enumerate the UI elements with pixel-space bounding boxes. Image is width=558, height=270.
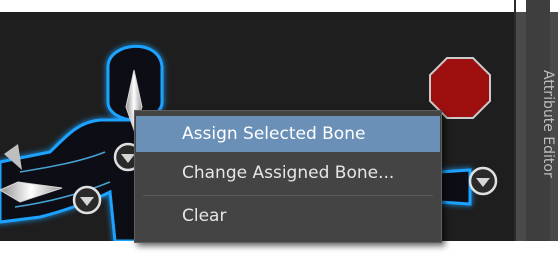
menu-item-partial[interactable] [136,234,440,270]
side-panel: Attribute Editor [514,0,558,241]
chevron-down-circle-icon[interactable] [468,166,498,196]
menu-separator [143,195,433,196]
menu-item-change-assigned-bone[interactable]: Change Assigned Bone... [136,155,440,191]
context-menu: Assign Selected Bone Change Assigned Bon… [134,110,442,243]
chevron-down-circle-icon[interactable] [72,185,102,215]
menu-item-clear[interactable]: Clear [136,198,440,234]
menu-item-assign-selected-bone[interactable]: Assign Selected Bone [136,116,440,152]
attribute-editor-tab-label: Attribute Editor [540,70,556,178]
